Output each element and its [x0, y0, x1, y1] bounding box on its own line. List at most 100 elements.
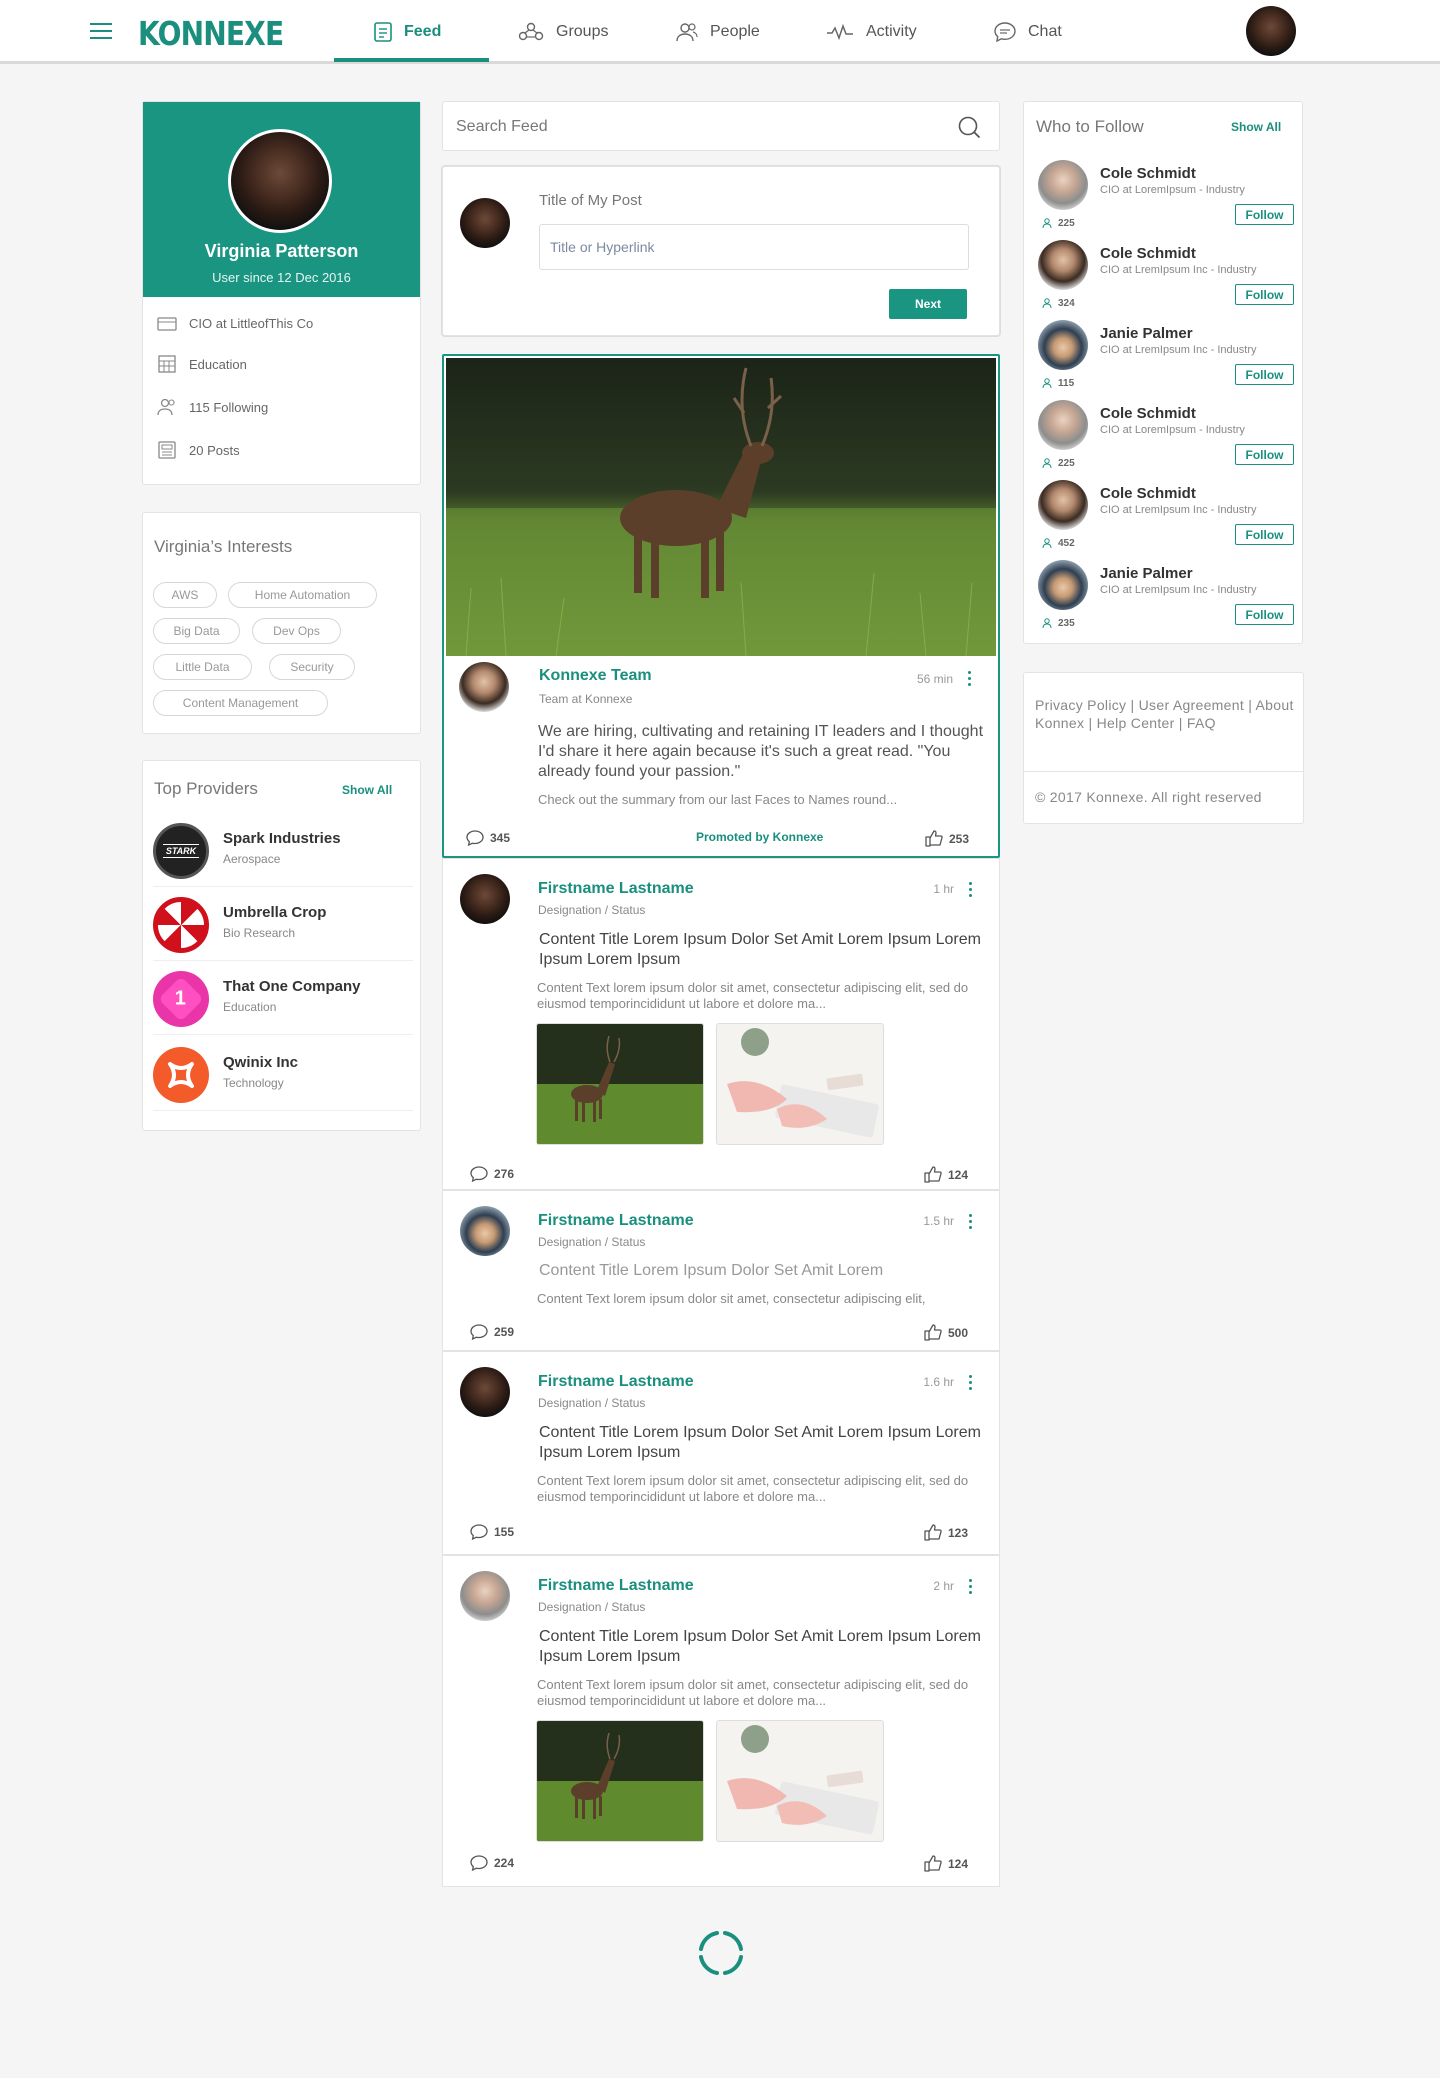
post-image-thumbnail[interactable] — [536, 1720, 704, 1842]
post-author-avatar[interactable] — [460, 1367, 510, 1417]
providers-show-all-link[interactable]: Show All — [342, 783, 392, 797]
nav-chat-label: Chat — [1028, 23, 1062, 40]
suggestion-name[interactable]: Cole Schmidt — [1100, 165, 1196, 182]
app-logo[interactable]: KONNEXE — [138, 14, 284, 53]
post-author-avatar[interactable] — [459, 662, 509, 712]
provider-logo: STARK — [153, 823, 209, 879]
follow-button[interactable]: Follow — [1235, 604, 1294, 625]
post-title[interactable]: Content Title Lorem Ipsum Dolor Set Amit… — [539, 1261, 989, 1281]
follow-button[interactable]: Follow — [1235, 444, 1294, 465]
post-author-name[interactable]: Firstname Lastname — [538, 880, 694, 898]
suggestion-avatar[interactable] — [1038, 480, 1088, 530]
profile-name[interactable]: Virginia Patterson — [143, 241, 420, 262]
post-title[interactable]: Content Title Lorem Ipsum Dolor Set Amit… — [539, 930, 989, 970]
more-options-icon[interactable] — [969, 1579, 973, 1597]
comment-count[interactable]: 155 — [470, 1524, 514, 1540]
interest-tag[interactable]: Little Data — [153, 654, 252, 680]
search-input[interactable] — [456, 114, 936, 140]
follow-button[interactable]: Follow — [1235, 524, 1294, 545]
like-count-value: 253 — [949, 831, 970, 846]
comment-count[interactable]: 224 — [470, 1855, 514, 1871]
post-author-avatar[interactable] — [460, 1571, 510, 1621]
provider-category: Bio Research — [223, 926, 296, 940]
follow-suggestion: 115 Janie Palmer CIO at LremIpsum Inc - … — [1038, 320, 1294, 400]
interest-tag[interactable]: Content Management — [153, 690, 328, 716]
provider-logo-shape: 1 — [158, 976, 204, 1022]
suggestion-name[interactable]: Cole Schmidt — [1100, 405, 1196, 422]
suggestion-name[interactable]: Janie Palmer — [1100, 325, 1193, 342]
post-author-name[interactable]: Firstname Lastname — [538, 1212, 694, 1230]
post-author-avatar[interactable] — [460, 1206, 510, 1256]
suggestion-avatar[interactable] — [1038, 320, 1088, 370]
more-options-icon[interactable] — [969, 882, 973, 900]
post-title[interactable]: Content Title Lorem Ipsum Dolor Set Amit… — [539, 1423, 989, 1463]
suggestion-avatar[interactable] — [1038, 240, 1088, 290]
feed-post: Firstname Lastname Designation / Status … — [442, 1555, 1000, 1887]
next-button[interactable]: Next — [889, 289, 967, 319]
profile-posts[interactable]: 20 Posts — [157, 440, 240, 460]
like-count[interactable]: 123 — [924, 1524, 968, 1541]
comment-count[interactable]: 345 — [466, 830, 510, 846]
post-image-thumbnail[interactable] — [716, 1023, 884, 1145]
suggestion-avatar[interactable] — [1038, 560, 1088, 610]
post-image-thumbnail[interactable] — [716, 1720, 884, 1842]
like-count[interactable]: 124 — [924, 1855, 968, 1872]
nav-feed[interactable]: Feed — [374, 0, 441, 64]
suggestion-avatar[interactable] — [1038, 400, 1088, 450]
suggestion-name[interactable]: Cole Schmidt — [1100, 245, 1196, 262]
elk-photo — [446, 358, 996, 656]
post-title[interactable]: Content Title Lorem Ipsum Dolor Set Amit… — [539, 1627, 989, 1667]
footer-links[interactable]: Privacy Policy | User Agreement | About … — [1035, 696, 1300, 732]
search-icon[interactable] — [957, 115, 981, 139]
qwinix-logo-icon — [153, 1047, 209, 1103]
comment-icon — [470, 1166, 488, 1182]
post-image[interactable] — [446, 358, 996, 656]
nav-groups[interactable]: Groups — [518, 0, 608, 64]
like-count[interactable]: 253 — [925, 830, 969, 847]
post-author-name[interactable]: Firstname Lastname — [538, 1373, 694, 1391]
follow-button[interactable]: Follow — [1235, 284, 1294, 305]
nav-people[interactable]: People — [676, 0, 760, 64]
people-icon — [1042, 618, 1052, 629]
suggestion-name[interactable]: Cole Schmidt — [1100, 485, 1196, 502]
like-count[interactable]: 124 — [924, 1166, 968, 1183]
comment-icon — [466, 830, 484, 846]
more-options-icon[interactable] — [968, 671, 972, 689]
provider-name: That One Company — [223, 978, 361, 995]
provider-item[interactable]: STARK Spark Industries Aerospace — [153, 813, 413, 887]
interest-tag[interactable]: Big Data — [153, 618, 240, 644]
activity-icon — [827, 24, 853, 40]
more-options-icon[interactable] — [969, 1375, 973, 1393]
follow-button[interactable]: Follow — [1235, 364, 1294, 385]
provider-item[interactable]: Umbrella Crop Bio Research — [153, 887, 413, 961]
follow-button[interactable]: Follow — [1235, 204, 1294, 225]
suggestion-name[interactable]: Janie Palmer — [1100, 565, 1193, 582]
feed-post: Firstname Lastname Designation / Status … — [442, 1190, 1000, 1351]
profile-avatar[interactable] — [228, 129, 332, 233]
provider-item[interactable]: Qwinix Inc Technology — [153, 1037, 413, 1111]
profile-education[interactable]: Education — [157, 354, 247, 374]
interest-tag[interactable]: Home Automation — [228, 582, 377, 608]
post-author-name[interactable]: Konnexe Team — [539, 667, 652, 685]
interest-tag[interactable]: AWS — [153, 582, 217, 608]
follow-title: Who to Follow — [1036, 117, 1144, 136]
nav-activity[interactable]: Activity — [826, 0, 917, 64]
suggestion-avatar[interactable] — [1038, 160, 1088, 210]
interest-tag[interactable]: Dev Ops — [252, 618, 341, 644]
nav-chat[interactable]: Chat — [994, 0, 1062, 64]
like-count[interactable]: 500 — [924, 1324, 968, 1341]
follow-show-all-link[interactable]: Show All — [1231, 120, 1281, 134]
post-image-thumbnail[interactable] — [536, 1023, 704, 1145]
menu-icon[interactable] — [90, 23, 112, 41]
post-author-avatar[interactable] — [460, 874, 510, 924]
post-author-name[interactable]: Firstname Lastname — [538, 1577, 694, 1595]
comment-count[interactable]: 259 — [470, 1324, 514, 1340]
profile-following[interactable]: 115 Following — [157, 397, 268, 417]
provider-name: Qwinix Inc — [223, 1054, 299, 1071]
post-title-input[interactable] — [539, 224, 969, 270]
interest-tag[interactable]: Security — [269, 654, 355, 680]
user-avatar[interactable] — [1246, 6, 1296, 56]
provider-item[interactable]: 1 That One Company Education — [153, 961, 413, 1035]
more-options-icon[interactable] — [969, 1214, 973, 1232]
comment-count[interactable]: 276 — [470, 1166, 514, 1182]
